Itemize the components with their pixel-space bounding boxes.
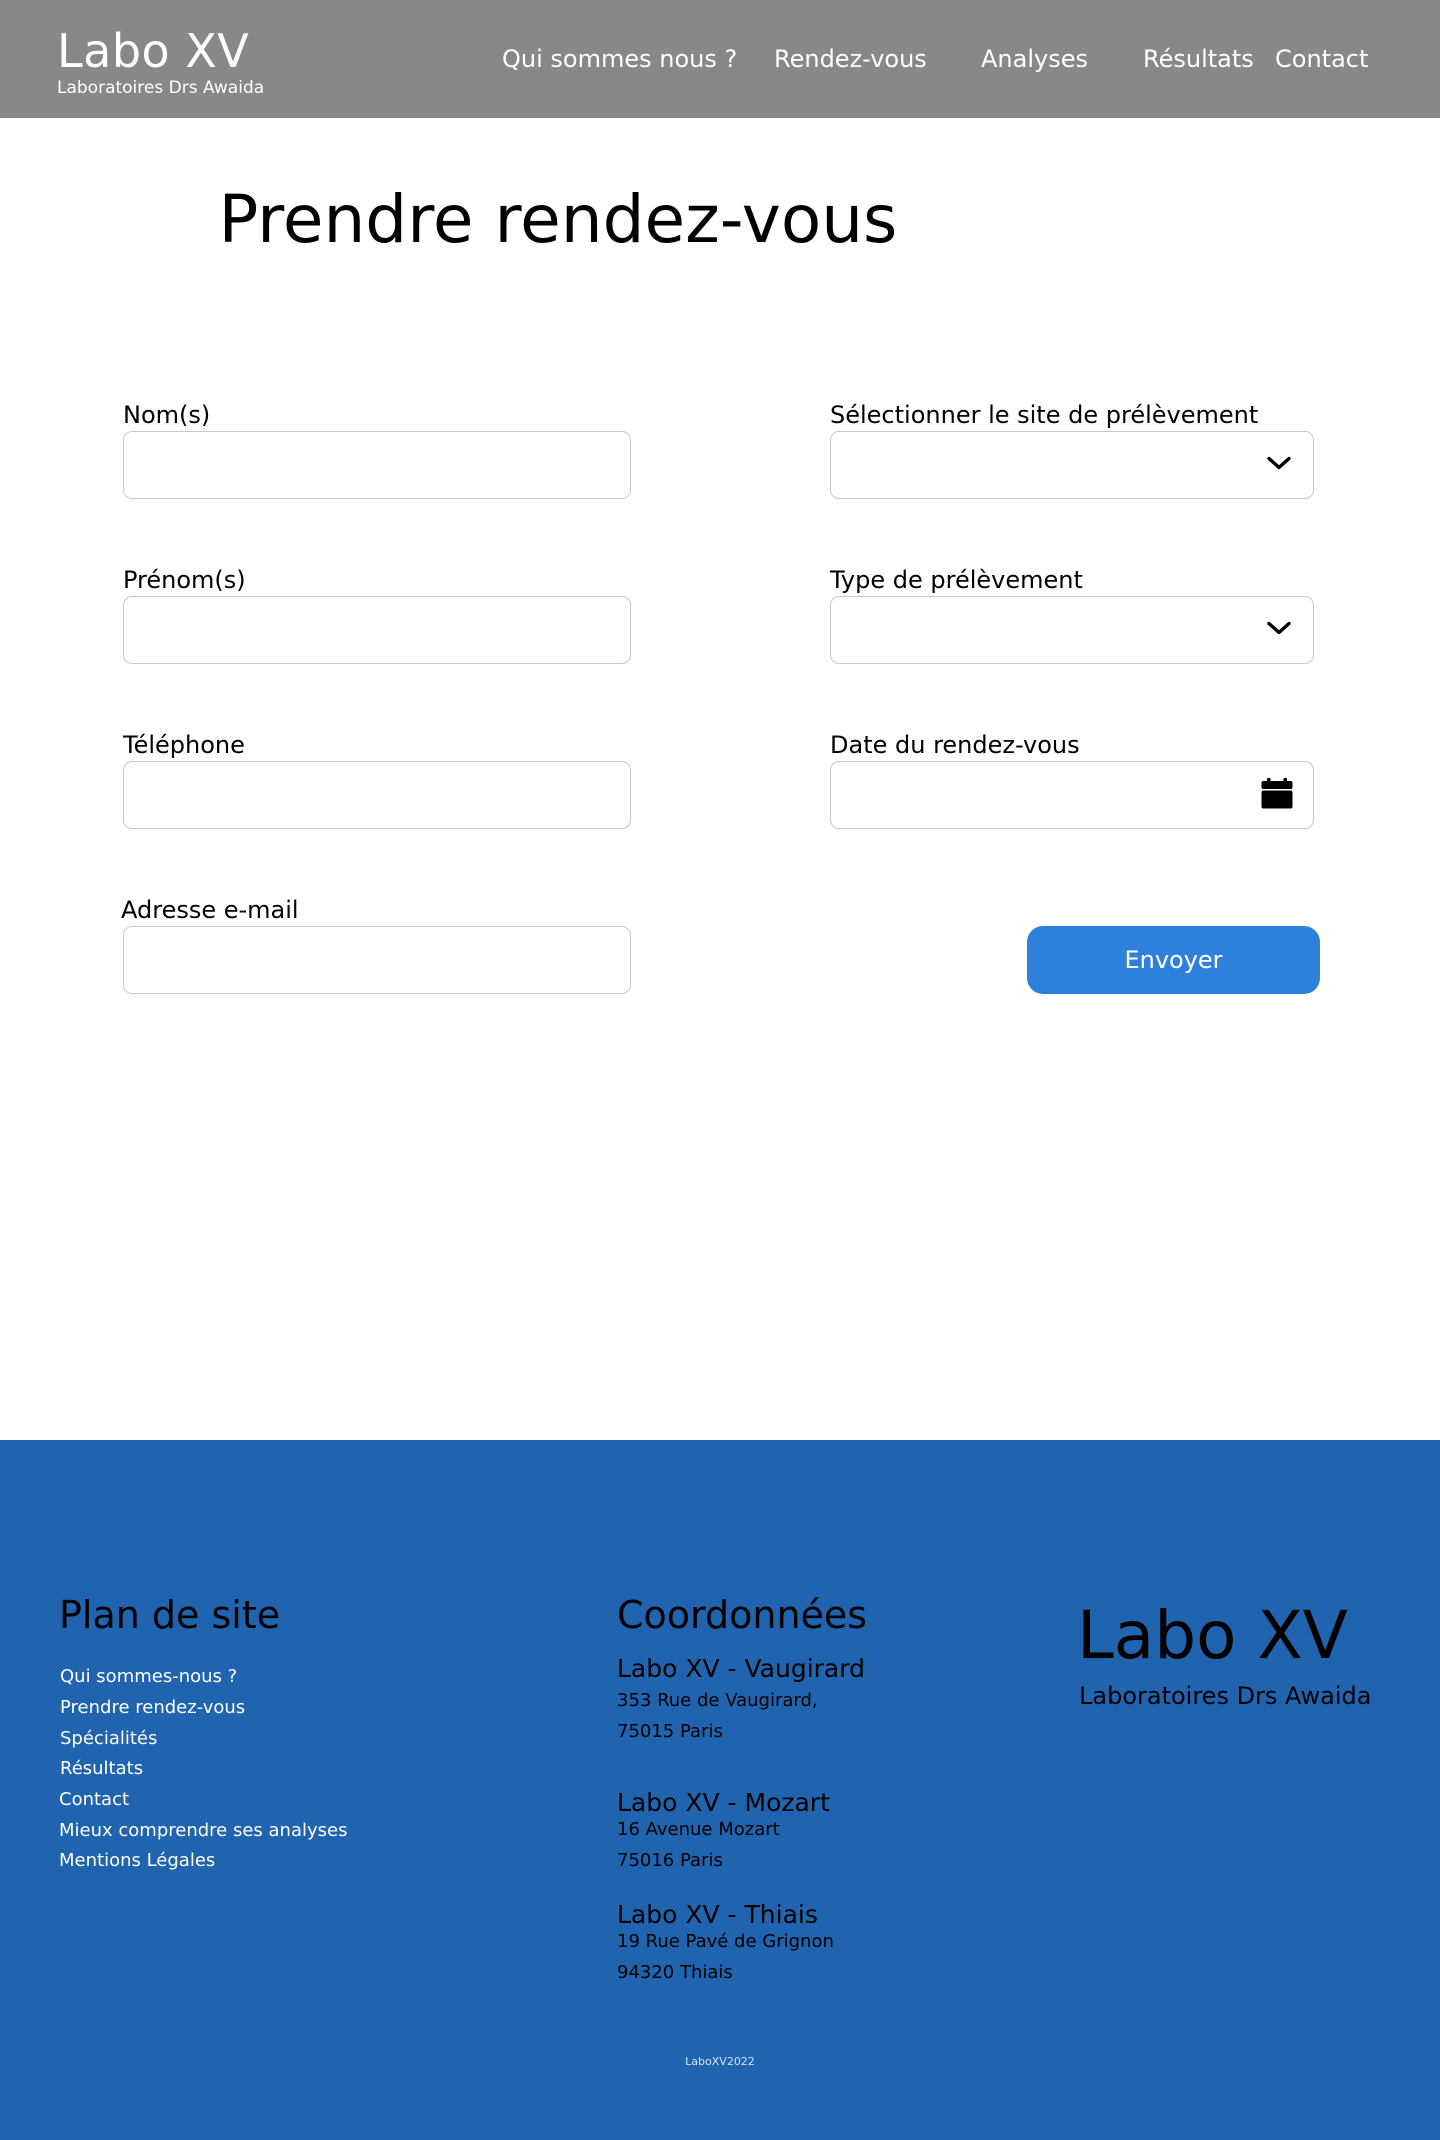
footer-site-address-line: 19 Rue Pavé de Grignon	[617, 1931, 834, 1952]
email-label: Adresse e-mail	[121, 896, 299, 924]
date-field	[830, 761, 1314, 829]
email-field	[123, 926, 631, 994]
nav-link-qui-sommes-nous[interactable]: Qui sommes nous ?	[502, 43, 737, 75]
footer-site-address-line: 75016 Paris	[617, 1850, 723, 1871]
footer-link-prendre-rendez-vous[interactable]: Prendre rendez-vous	[60, 1696, 245, 1720]
brand-logo[interactable]: Labo XV Laboratoires Drs Awaida	[57, 26, 264, 98]
brand-subtitle: Laboratoires Drs Awaida	[57, 78, 265, 98]
calendar-icon[interactable]	[1261, 777, 1293, 813]
footer-link-contact[interactable]: Contact	[59, 1788, 129, 1812]
footer-brand-subtitle: Laboratoires Drs Awaida	[1079, 1682, 1372, 1710]
footer-copyright: LaboXV2022	[685, 2055, 755, 2068]
phone-field	[123, 761, 631, 829]
footer-link-mieux-comprendre[interactable]: Mieux comprendre ses analyses	[59, 1819, 347, 1843]
phone-input[interactable]	[124, 762, 630, 828]
email-input[interactable]	[124, 927, 630, 993]
footer-site-address-line: 16 Avenue Mozart	[617, 1819, 780, 1840]
chevron-down-icon	[1267, 621, 1291, 640]
last-name-label: Nom(s)	[123, 401, 211, 429]
chevron-down-icon	[1267, 456, 1291, 475]
first-name-input[interactable]	[124, 597, 630, 663]
last-name-input[interactable]	[124, 432, 630, 498]
site-select[interactable]	[830, 431, 1314, 499]
page-title: Prendre rendez-vous	[0, 180, 1440, 260]
nav-link-contact[interactable]: Contact	[1275, 43, 1368, 75]
page-title-text: Prendre rendez-vous	[218, 181, 898, 258]
nav-link-analyses[interactable]: Analyses	[981, 43, 1088, 75]
phone-label: Téléphone	[123, 731, 245, 759]
site-select-label: Sélectionner le site de prélèvement	[830, 401, 1259, 429]
footer-site-address-line: 353 Rue de Vaugirard,	[617, 1690, 818, 1711]
footer-link-specialites[interactable]: Spécialités	[60, 1727, 157, 1751]
nav-link-rendez-vous[interactable]: Rendez-vous	[774, 43, 927, 75]
first-name-label: Prénom(s)	[123, 566, 246, 594]
footer-link-qui-sommes-nous[interactable]: Qui sommes-nous ?	[60, 1665, 237, 1689]
type-select-label: Type de prélèvement	[830, 566, 1083, 594]
footer-site-address-line: 75015 Paris	[617, 1721, 723, 1742]
footer-site-address-line: 94320 Thiais	[617, 1962, 733, 1983]
footer-brand-title: Labo XV	[1077, 1597, 1348, 1674]
site-header: Labo XV Laboratoires Drs Awaida Qui somm…	[0, 0, 1440, 118]
first-name-field	[123, 596, 631, 664]
date-label: Date du rendez-vous	[830, 731, 1080, 759]
type-select[interactable]	[830, 596, 1314, 664]
footer-site-name: Labo XV - Thiais	[617, 1900, 818, 1929]
footer-site-name: Labo XV - Mozart	[617, 1788, 830, 1817]
footer-link-mentions-legales[interactable]: Mentions Légales	[59, 1849, 215, 1873]
submit-button[interactable]: Envoyer	[1027, 926, 1320, 994]
footer-contact-heading: Coordonnées	[617, 1593, 868, 1637]
last-name-field	[123, 431, 631, 499]
date-input[interactable]	[831, 762, 1313, 828]
footer-site-name: Labo XV - Vaugirard	[617, 1654, 865, 1683]
footer-sitemap-heading: Plan de site	[59, 1593, 281, 1637]
nav-link-resultats[interactable]: Résultats	[1143, 43, 1254, 75]
footer-link-resultats[interactable]: Résultats	[60, 1757, 143, 1781]
brand-title: Labo XV	[57, 24, 250, 78]
